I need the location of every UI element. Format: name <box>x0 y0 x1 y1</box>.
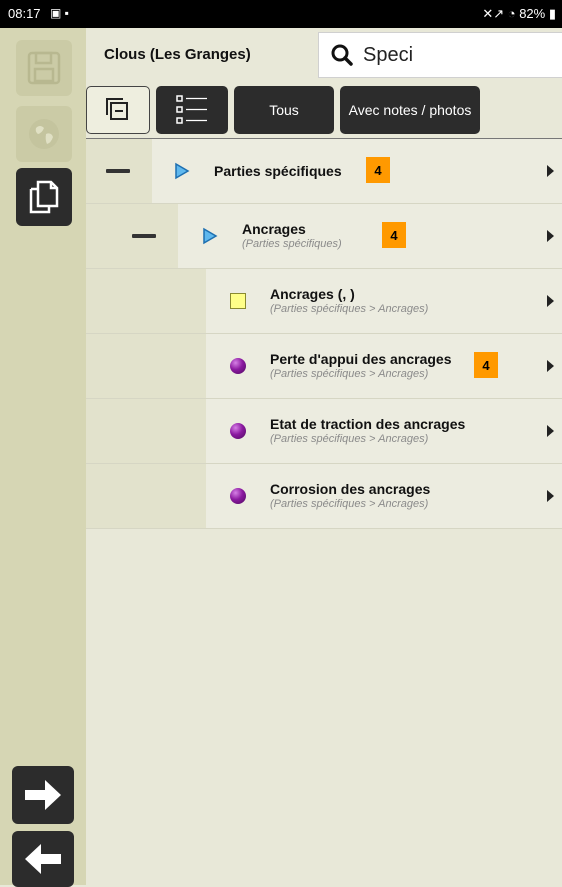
project-title: Clous (Les Granges) <box>104 46 251 63</box>
collapse-all-icon <box>106 98 128 120</box>
tree-row[interactable]: Corrosion des ancrages (Parties spécifiq… <box>86 464 562 529</box>
copy-button[interactable] <box>16 168 72 226</box>
node-path: (Parties spécifiques > Ancrages) <box>270 368 429 380</box>
node-title: Ancrages (, ) <box>270 286 355 302</box>
chevron-right-icon[interactable] <box>547 490 554 502</box>
search-icon <box>331 44 353 66</box>
yellow-square-icon <box>230 293 246 309</box>
tree-row[interactable]: Ancrages (, ) (Parties spécifiques > Anc… <box>86 269 562 334</box>
tree-row[interactable]: Parties spécifiques 4 <box>86 139 562 204</box>
chevron-right-icon[interactable] <box>547 295 554 307</box>
tree-row[interactable]: Etat de traction des ancrages (Parties s… <box>86 399 562 464</box>
arrow-left-icon <box>25 844 61 874</box>
arrow-right-icon <box>25 780 61 810</box>
search-box[interactable] <box>318 32 562 78</box>
globe-button[interactable] <box>16 106 72 162</box>
count-badge: 4 <box>382 222 406 248</box>
collapse-all-button[interactable] <box>86 86 150 134</box>
node-path: (Parties spécifiques > Ancrages) <box>270 498 429 510</box>
left-rail <box>0 28 86 887</box>
node-path: (Parties spécifiques > Ancrages) <box>270 303 429 315</box>
node-title: Parties spécifiques <box>214 163 342 179</box>
toolbar: Tous Avec notes / photos <box>86 82 562 139</box>
node-title: Corrosion des ancrages <box>270 481 431 497</box>
header: Clous (Les Granges) <box>86 28 562 82</box>
node-path: (Parties spécifiques) <box>242 238 342 250</box>
tree-row[interactable]: Ancrages (Parties spécifiques) 4 <box>86 204 562 269</box>
collapse-toggle[interactable] <box>106 169 130 173</box>
filter-notes-photos-button[interactable]: Avec notes / photos <box>340 86 480 134</box>
node-title: Ancrages <box>242 221 306 237</box>
node-path: (Parties spécifiques > Ancrages) <box>270 433 429 445</box>
search-input[interactable] <box>361 42 545 68</box>
collapse-toggle[interactable] <box>132 234 156 238</box>
status-time: 08:17 <box>8 6 41 21</box>
list-icon <box>176 95 207 124</box>
copy-icon <box>29 180 59 214</box>
count-badge: 4 <box>366 157 390 183</box>
chevron-right-icon[interactable] <box>547 230 554 242</box>
status-bar: 08:17 ▣ ▪ ✕↗ ◔ 82% ▮ <box>0 0 562 28</box>
tree-list: Parties spécifiques 4 Ancrages (Parties … <box>86 139 562 529</box>
status-notification-icons: ▣ ▪ <box>50 6 69 20</box>
purple-ball-icon <box>230 488 246 504</box>
tree-row[interactable]: Perte d'appui des ancrages (Parties spéc… <box>86 334 562 399</box>
node-title: Perte d'appui des ancrages <box>270 351 452 367</box>
chevron-right-icon[interactable] <box>547 360 554 372</box>
play-triangle-icon <box>203 227 218 245</box>
chevron-right-icon[interactable] <box>547 165 554 177</box>
status-right-icons: ✕↗ ◔ 82% ▮ <box>482 6 556 21</box>
previous-button[interactable] <box>12 831 74 887</box>
chevron-right-icon[interactable] <box>547 425 554 437</box>
save-icon <box>27 51 61 85</box>
next-button[interactable] <box>12 766 74 824</box>
globe-icon <box>29 119 59 149</box>
purple-ball-icon <box>230 358 246 374</box>
purple-ball-icon <box>230 423 246 439</box>
filter-all-button[interactable]: Tous <box>234 86 334 134</box>
count-badge: 4 <box>474 352 498 378</box>
save-button[interactable] <box>16 40 72 96</box>
node-title: Etat de traction des ancrages <box>270 416 466 432</box>
play-triangle-icon <box>175 162 190 180</box>
list-view-button[interactable] <box>156 86 228 134</box>
